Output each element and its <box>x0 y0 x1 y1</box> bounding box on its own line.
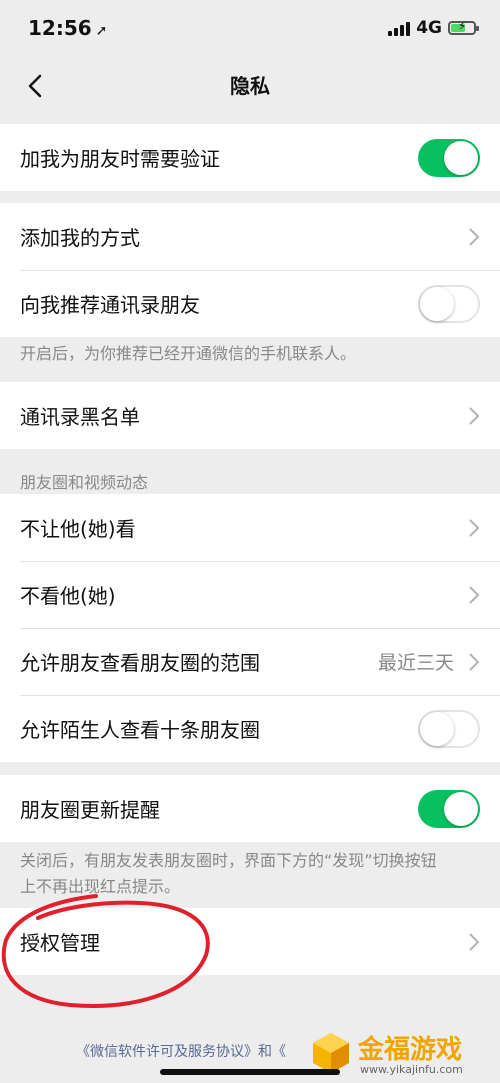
group-blacklist: 通讯录黑名单 <box>0 382 500 449</box>
reminder-hint-line2: 上不再出现红点提示。 <box>20 877 181 896</box>
row-blacklist[interactable]: 通讯录黑名单 <box>0 382 500 449</box>
location-arrow-icon: ➚ <box>95 23 108 39</box>
row-dont-let-see[interactable]: 不让他(她)看 <box>0 494 500 561</box>
page-title: 隐私 <box>230 74 270 98</box>
chevron-right-icon <box>469 228 480 246</box>
status-time-text: 12:56 <box>28 16 92 40</box>
row-moments-update-reminder: 朋友圈更新提醒 <box>0 775 500 842</box>
row-moments-range-label: 允许朋友查看朋友圈的范围 <box>20 651 260 675</box>
service-agreement-link[interactable]: 《微信软件许可及服务协议》和《 <box>76 1041 286 1061</box>
reminder-hint: 关闭后，有朋友发表朋友圈时，界面下方的“发现”切换按钮 上不再出现红点提示。 <box>20 848 480 900</box>
moments-update-reminder-toggle[interactable] <box>418 789 480 828</box>
row-stranger-view-label: 允许陌生人查看十条朋友圈 <box>20 718 260 742</box>
reminder-hint-line1: 关闭后，有朋友发表朋友圈时，界面下方的“发现”切换按钮 <box>20 851 437 870</box>
chevron-right-icon <box>469 519 480 537</box>
verify-friend-toggle[interactable] <box>418 138 480 177</box>
row-moments-range[interactable]: 允许朋友查看朋友圈的范围 最近三天 <box>0 628 500 695</box>
group-moments: 不让他(她)看 不看他(她) 允许朋友查看朋友圈的范围 最近三天 允许陌生人查看… <box>0 494 500 762</box>
row-dont-see-label: 不看他(她) <box>20 584 116 608</box>
moments-range-value: 最近三天 <box>377 652 454 674</box>
group-verify: 加我为朋友时需要验证 <box>0 124 500 191</box>
row-authorization[interactable]: 授权管理 <box>0 908 500 975</box>
group-authorization: 授权管理 <box>0 908 500 975</box>
row-add-me-ways[interactable]: 添加我的方式 <box>0 203 500 270</box>
status-bar: 12:56 ➚ 4G ⚡ <box>0 0 500 58</box>
row-verify-friend-label: 加我为朋友时需要验证 <box>20 147 220 171</box>
nav-bar: 隐私 <box>0 58 500 124</box>
row-dont-see[interactable]: 不看他(她) <box>0 561 500 628</box>
row-verify-friend: 加我为朋友时需要验证 <box>0 124 500 191</box>
watermark-title: 金福游戏 <box>358 1035 463 1065</box>
row-add-me-ways-label: 添加我的方式 <box>20 226 140 250</box>
battery-icon: ⚡ <box>448 19 479 35</box>
home-indicator <box>160 1069 340 1075</box>
row-dont-let-see-label: 不让他(她)看 <box>20 517 136 541</box>
group-update-reminder: 朋友圈更新提醒 <box>0 775 500 842</box>
watermark-url: www.yikajinfu.com <box>360 1063 463 1076</box>
status-time: 12:56 ➚ <box>28 16 107 40</box>
moments-section-header: 朋友圈和视频动态 <box>20 473 149 492</box>
chevron-right-icon <box>469 407 480 425</box>
stranger-view-toggle[interactable] <box>418 709 480 748</box>
row-stranger-view: 允许陌生人查看十条朋友圈 <box>0 695 500 762</box>
row-recommend-contacts: 向我推荐通讯录朋友 <box>0 270 500 337</box>
group-add-methods: 添加我的方式 向我推荐通讯录朋友 <box>0 203 500 337</box>
recommend-contacts-toggle[interactable] <box>418 284 480 323</box>
chevron-right-icon <box>469 586 480 604</box>
row-authorization-label: 授权管理 <box>20 931 100 955</box>
chevron-right-icon <box>469 653 480 671</box>
row-moments-update-reminder-label: 朋友圈更新提醒 <box>20 798 160 822</box>
recommend-hint: 开启后，为你推荐已经开通微信的手机联系人。 <box>20 344 357 363</box>
status-right: 4G ⚡ <box>388 18 479 38</box>
network-type: 4G <box>416 18 442 38</box>
row-blacklist-label: 通讯录黑名单 <box>20 405 140 429</box>
chevron-right-icon <box>469 933 480 951</box>
row-recommend-contacts-label: 向我推荐通讯录朋友 <box>20 293 200 317</box>
signal-icon <box>388 20 411 36</box>
